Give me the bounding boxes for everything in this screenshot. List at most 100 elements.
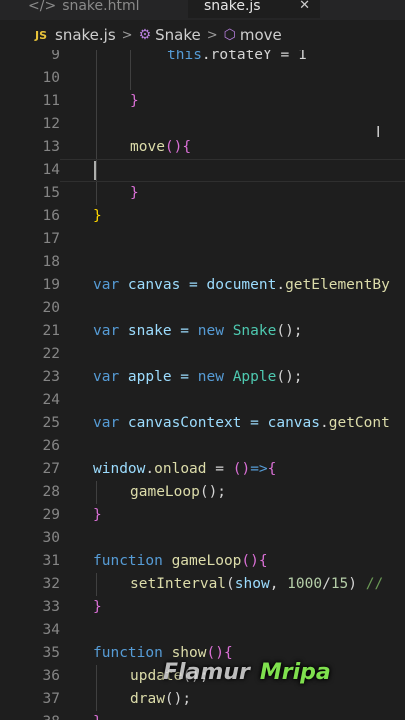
line-number: 37 [42,691,60,707]
code-text: var canvas = document.getElementBy [93,274,390,297]
line-number: 32 [42,576,60,592]
line-number: 31 [42,553,60,569]
code-text: window.onload = ()=>{ [93,458,276,481]
code-token: apple = [127,369,198,385]
code-line[interactable]: 38} [0,711,405,720]
code-token: . [320,415,329,431]
code-text: } [93,596,102,619]
code-line[interactable]: 32 setInterval(show, 1000/15) // [0,573,405,596]
code-token: { [258,553,268,569]
code-line[interactable]: 19 var canvas = document.getElementBy [0,274,405,297]
code-line[interactable]: 16} [0,205,405,228]
code-token: () [206,645,224,661]
code-editor[interactable]: 9 this.rotateY = 1 10 11} 12 13 move(){14 15} 16… [0,50,405,720]
close-icon[interactable]: ✕ [299,0,310,18]
code-token: () [164,139,183,155]
code-token: gameLoop [171,553,242,569]
line-number: 26 [42,438,60,454]
code-text: } [130,90,139,113]
code-token: new [197,323,233,339]
code-token: => [250,461,268,477]
code-token: { [267,461,277,477]
code-line[interactable]: 30 [0,527,405,550]
tab-snake-html[interactable]: </> snake.html [28,0,140,18]
code-token: . [145,461,155,477]
code-token: } [93,599,102,615]
line-number: 23 [42,369,60,385]
code-token: function [93,553,172,569]
watermark: Flamur Mripa [163,660,331,685]
code-text: setInterval(show, 1000/15) // [130,573,383,596]
code-line[interactable]: 27 window.onload = ()=>{ [0,458,405,481]
code-token: var [93,369,128,385]
code-text: var canvasContext = canvas.getCont [93,412,390,435]
line-number: 22 [42,346,60,362]
code-text: draw(); [130,688,191,711]
code-text: move(){ [130,136,191,159]
code-line[interactable]: 13 move(){ [0,136,405,159]
code-token: show [171,645,207,661]
code-token: var [93,415,128,431]
line-number: 28 [42,484,60,500]
tab-label: snake.js [204,0,261,14]
code-line[interactable]: 25 var canvasContext = canvas.getCont [0,412,405,435]
code-line[interactable]: 24 [0,389,405,412]
breadcrumb-class[interactable]: Snake [155,26,201,44]
code-line[interactable]: 18 [0,251,405,274]
line-number: 36 [42,668,60,684]
code-text: var snake = new Snake(); [93,320,303,343]
breadcrumb-method[interactable]: move [240,26,282,44]
line-number: 17 [42,231,60,247]
code-token: function [93,645,172,661]
code-line[interactable]: 9 this.rotateY = 1 [0,50,405,67]
tab-label: snake.html [62,0,140,14]
code-line[interactable]: 15} [0,182,405,205]
code-line[interactable]: 17 [0,228,405,251]
code-token: ) [348,576,366,592]
line-number: 33 [42,599,60,615]
code-line[interactable]: 34 [0,619,405,642]
code-text: } [93,711,102,720]
code-text: } [93,205,102,228]
code-line[interactable]: 37 draw(); [0,688,405,711]
html-file-icon: </> [28,0,57,14]
code-line[interactable]: 12 [0,113,405,136]
code-line[interactable]: 10 [0,67,405,90]
breadcrumb-file[interactable]: snake.js [55,26,116,44]
code-line[interactable]: 21 var snake = new Snake(); [0,320,405,343]
code-line[interactable]: 23 var apple = new Apple(); [0,366,405,389]
code-line[interactable]: 20 [0,297,405,320]
code-token: (); [164,691,192,707]
breadcrumb: JS snake.js > ⚙ Snake > ⬡ move [0,20,405,50]
code-line[interactable]: 28 gameLoop(); [0,481,405,504]
code-token: } [130,185,139,201]
code-token: } [93,714,102,720]
code-token: (); [276,369,303,385]
code-line[interactable]: 26 [0,435,405,458]
code-line[interactable]: 11} [0,90,405,113]
code-token: var [93,277,128,293]
code-token: window [93,461,146,477]
code-token: Apple [232,369,277,385]
code-line[interactable]: 33} [0,596,405,619]
line-number: 25 [42,415,60,431]
tab-snake-js[interactable]: snake.js ✕ [188,0,320,18]
line-number: 35 [42,645,60,661]
code-line[interactable]: 22 [0,343,405,366]
mouse-text-cursor-icon: I [376,123,381,141]
line-number: 24 [42,392,60,408]
code-token: show [234,576,270,592]
class-symbol-icon: ⚙ [138,27,152,43]
code-token: canvas = [127,277,207,293]
code-line[interactable]: 31 function gameLoop(){ [0,550,405,573]
code-line[interactable]: 29} [0,504,405,527]
code-token: ( [226,576,235,592]
code-line[interactable]: 14 [0,159,405,182]
code-token: = [206,461,233,477]
line-number: 38 [0,711,60,720]
code-token: { [223,645,233,661]
line-number: 30 [42,530,60,546]
code-token: () [241,553,259,569]
line-number: 21 [42,323,60,339]
code-token: 15 [330,576,349,592]
